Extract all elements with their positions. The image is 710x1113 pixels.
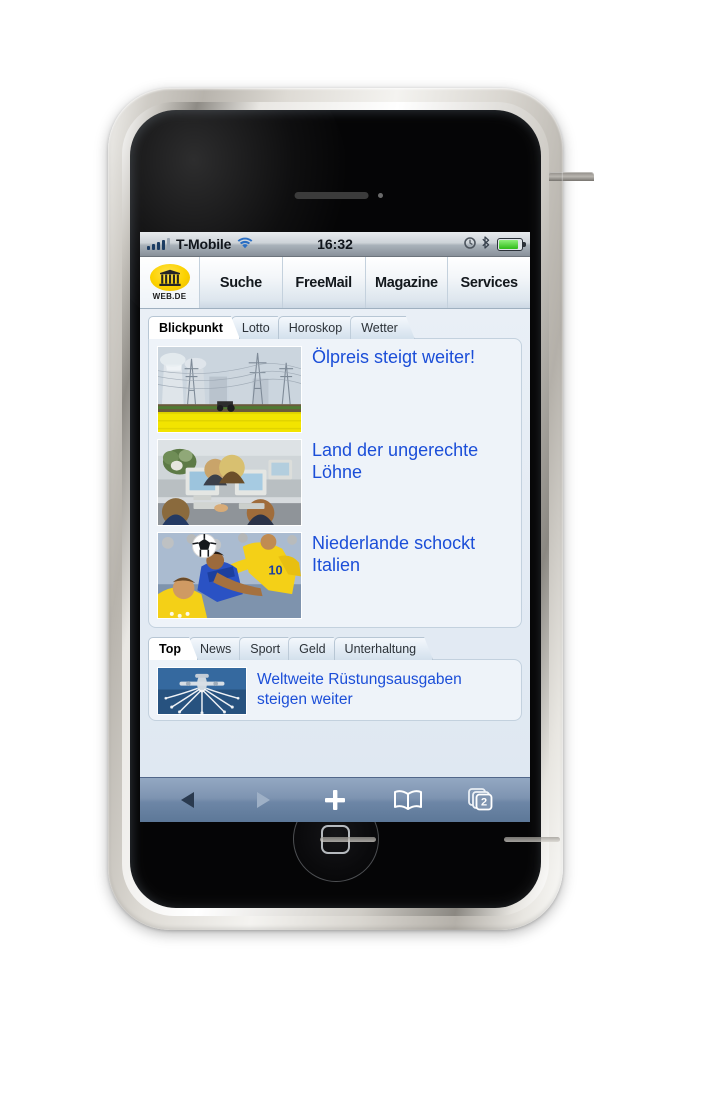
site-nav: WEB.DE Suche FreeMail Magazine Services bbox=[140, 257, 530, 309]
topnews-tabstrip: Top News Sport Geld Unterhaltung bbox=[148, 637, 522, 660]
tab-label: Unterhaltung bbox=[344, 642, 417, 656]
status-bar-right bbox=[464, 236, 526, 252]
topnews-panel: Weltweite Rüstungsausgaben steigen weite… bbox=[148, 659, 522, 721]
story-item[interactable]: Weltweite Rüstungsausgaben steigen weite… bbox=[157, 667, 513, 715]
tab-label: Blickpunkt bbox=[159, 321, 223, 335]
signal-bars-icon bbox=[147, 238, 170, 250]
tab-label: Sport bbox=[250, 642, 281, 656]
status-bar: T-Mobile 16:32 bbox=[140, 232, 530, 257]
carrier-label: T-Mobile bbox=[176, 236, 232, 252]
tab-label: Lotto bbox=[241, 321, 270, 335]
tab-wetter[interactable]: Wetter bbox=[350, 316, 415, 339]
tab-label: Top bbox=[159, 642, 181, 656]
phone-screen: T-Mobile 16:32 WEB.DE Suche FreeMail Mag… bbox=[140, 232, 530, 822]
power-button[interactable] bbox=[548, 172, 594, 181]
story-thumbnail-soccer: 10 bbox=[157, 532, 302, 619]
tab-label: News bbox=[199, 642, 232, 656]
tab-label: Horoskop bbox=[288, 321, 343, 335]
svg-text:10: 10 bbox=[268, 562, 282, 577]
nav-item-freemail[interactable]: FreeMail bbox=[283, 257, 366, 308]
story-headline[interactable]: Ölpreis steigt weiter! bbox=[312, 346, 475, 369]
story-thumbnail-power-plant bbox=[157, 346, 302, 433]
nav-label: FreeMail bbox=[295, 274, 352, 291]
speaker-grill-left bbox=[320, 837, 376, 842]
speaker-grill-right bbox=[504, 837, 560, 842]
story-headline[interactable]: Land der ungerechte Löhne bbox=[312, 439, 513, 484]
story-item[interactable]: 10 Niederlande schockt Italien bbox=[157, 532, 513, 619]
nav-label: Suche bbox=[219, 274, 262, 291]
wifi-icon bbox=[237, 237, 253, 252]
status-bar-left: T-Mobile bbox=[147, 236, 253, 252]
story-headline[interactable]: Weltweite Rüstungsausgaben steigen weite… bbox=[257, 667, 513, 710]
tab-unterhaltung[interactable]: Unterhaltung bbox=[334, 637, 434, 660]
back-button[interactable] bbox=[163, 783, 215, 817]
tab-label: Wetter bbox=[361, 321, 398, 335]
story-thumbnail-aircraft bbox=[157, 667, 247, 715]
nav-label: Services bbox=[460, 274, 518, 291]
blickpunkt-panel: Ölpreis steigt weiter! Land der ungerech… bbox=[148, 338, 522, 628]
story-headline[interactable]: Niederlande schockt Italien bbox=[312, 532, 513, 577]
safari-toolbar: 2 bbox=[140, 777, 530, 822]
tab-label: Geld bbox=[299, 642, 326, 656]
webde-logo[interactable]: WEB.DE bbox=[140, 257, 200, 308]
bookmarks-button[interactable] bbox=[382, 783, 434, 817]
alarm-clock-icon bbox=[464, 236, 476, 252]
nav-label: Magazine bbox=[374, 274, 438, 291]
nav-item-suche[interactable]: Suche bbox=[200, 257, 283, 308]
story-thumbnail-office bbox=[157, 439, 302, 526]
story-item[interactable]: Ölpreis steigt weiter! bbox=[157, 346, 513, 439]
bluetooth-icon bbox=[482, 236, 491, 252]
pages-count-label: 2 bbox=[481, 797, 487, 809]
tab-blickpunkt[interactable]: Blickpunkt bbox=[148, 316, 240, 339]
tab-horoskop[interactable]: Horoskop bbox=[278, 316, 360, 339]
story-item[interactable]: Land der ungerechte Löhne bbox=[157, 439, 513, 532]
nav-item-services[interactable]: Services bbox=[448, 257, 530, 308]
earpiece-speaker bbox=[294, 192, 369, 199]
screenshot-root: T-Mobile 16:32 WEB.DE Suche FreeMail Mag… bbox=[0, 0, 710, 1113]
page-body: Blickpunkt Lotto Horoskop Wetter Ölpreis… bbox=[140, 309, 530, 777]
battery-icon bbox=[497, 237, 526, 251]
pages-button[interactable]: 2 bbox=[455, 783, 507, 817]
add-bookmark-button[interactable] bbox=[309, 783, 361, 817]
blickpunkt-tabstrip: Blickpunkt Lotto Horoskop Wetter bbox=[148, 316, 522, 339]
nav-item-magazine[interactable]: Magazine bbox=[366, 257, 449, 308]
proximity-sensor-icon bbox=[377, 193, 383, 198]
webde-wordmark: WEB.DE bbox=[152, 292, 187, 301]
brandenburg-gate-icon bbox=[149, 264, 190, 291]
forward-button[interactable] bbox=[236, 783, 288, 817]
